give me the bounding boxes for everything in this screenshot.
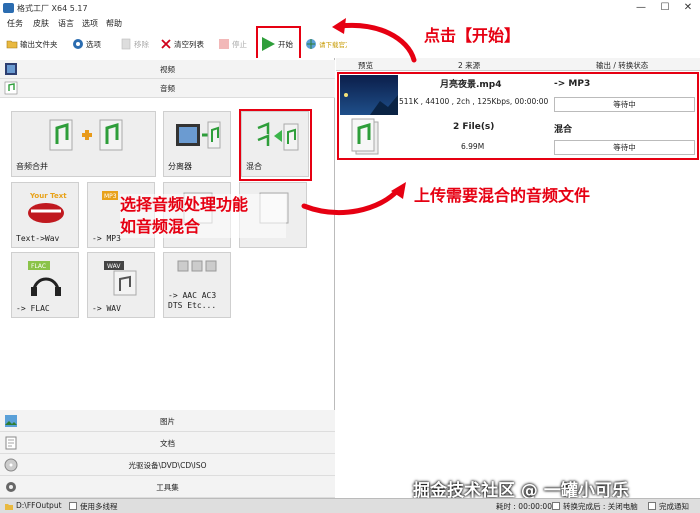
category-picture-label: 图片 <box>160 417 175 426</box>
arrow-to-list-icon <box>301 182 406 215</box>
category-tools-label: 工具集 <box>156 483 179 492</box>
clear-list-button[interactable]: 清空列表 <box>160 35 204 53</box>
remove-label: 移除 <box>134 39 149 49</box>
multithread-label: 使用多线程 <box>80 502 118 511</box>
clear-list-icon <box>161 39 171 49</box>
options-button[interactable]: 选项 <box>72 35 101 53</box>
folder-icon <box>5 504 13 510</box>
category-document[interactable]: 文档 <box>0 432 335 454</box>
menu-options[interactable]: 选项 <box>82 18 98 29</box>
globe-icon <box>306 39 316 49</box>
tile-flac[interactable]: FLAC -> FLAC <box>11 252 79 318</box>
task-row[interactable]: 月亮夜景.mp4 511K , 44100 , 2ch , 125Kbps, 0… <box>340 75 697 115</box>
options-icon <box>73 39 83 49</box>
category-audio-label: 音频 <box>160 84 175 93</box>
audio-file-icon <box>351 118 379 155</box>
notify-label: 完成通知 <box>659 502 689 511</box>
output-target: -> MP3 <box>554 79 591 89</box>
notify-checkbox[interactable] <box>648 502 656 510</box>
wav-icon: WAV <box>104 261 137 296</box>
elapsed-time: 耗时 : 00:00:00 <box>496 502 552 511</box>
category-disc-label: 光驱设备\DVD\CD\ISO <box>128 461 207 470</box>
close-button[interactable]: ✕ <box>676 0 700 17</box>
title-bar: 格式工厂 X64 5.17 — ☐ ✕ <box>0 0 700 17</box>
mix-highlight-box <box>239 109 312 181</box>
category-tools[interactable]: 工具集 <box>0 476 335 498</box>
tile-splitter-label: 分离器 <box>168 162 192 171</box>
after-convert-label: 转换完成后 : 关闭电脑 <box>563 502 638 511</box>
output-folder-label: 输出文件夹 <box>20 39 58 49</box>
remove-button[interactable]: 移除 <box>120 35 149 53</box>
source-info: 6.99M <box>461 142 485 151</box>
status-box: 等待中 <box>554 140 695 155</box>
tile-other-formats[interactable]: -> AAC AC3 DTS Etc... <box>163 252 231 318</box>
video-thumbnail <box>340 75 398 115</box>
app-logo-icon <box>3 3 14 13</box>
source-name: 月亮夜景.mp4 <box>440 80 502 90</box>
menu-skin[interactable]: 皮肤 <box>33 18 49 29</box>
other-formats-icon <box>177 260 217 272</box>
options-label: 选项 <box>86 39 101 49</box>
tile-audio-join[interactable]: 音频合并 <box>11 111 156 177</box>
annotation-click-start: 点击【开始】 <box>424 26 521 45</box>
annotation-choose-mix: 选择音频处理功能 如音频混合 <box>120 194 286 238</box>
source-info: 511K , 44100 , 2ch , 125Kbps, 00:00:00 <box>399 97 549 106</box>
tile-splitter[interactable]: 分离器 <box>163 111 231 177</box>
svg-text:FLAC: FLAC <box>31 263 46 270</box>
category-video-label: 视频 <box>160 65 175 74</box>
source-name: 2 File(s) <box>453 122 495 132</box>
flac-icon: FLAC <box>28 261 61 296</box>
maximize-button[interactable]: ☐ <box>653 0 677 17</box>
output-folder-button[interactable]: 输出文件夹 <box>6 35 58 53</box>
splitter-icon <box>176 121 221 149</box>
status-bar: D:\FFOutput 使用多线程 耗时 : 00:00:00 转换完成后 : … <box>0 498 700 513</box>
after-convert-checkbox[interactable] <box>552 502 560 510</box>
folder-icon <box>6 40 18 49</box>
stop-icon <box>219 39 229 49</box>
tile-wav-label: -> WAV <box>92 304 121 313</box>
tile-flac-label: -> FLAC <box>16 304 50 313</box>
menu-language[interactable]: 语言 <box>58 18 74 29</box>
stop-label: 停止 <box>232 39 247 49</box>
output-path[interactable]: D:\FFOutput <box>16 501 62 510</box>
multithread-checkbox[interactable] <box>69 502 77 510</box>
category-audio[interactable]: 音频 <box>0 79 335 98</box>
output-target: 混合 <box>554 125 573 135</box>
annotation-upload-files: 上传需要混合的音频文件 <box>414 186 591 205</box>
category-video[interactable]: 视频 <box>0 60 335 79</box>
tile-text-to-wav-label: Text->Wav <box>16 234 60 243</box>
svg-text:WAV: WAV <box>107 263 121 270</box>
task-row[interactable]: 2 File(s) 6.99M 混合 等待中 <box>340 116 697 158</box>
tile-wav[interactable]: WAV -> WAV <box>87 252 155 318</box>
tile-audio-join-label: 音频合并 <box>16 162 48 171</box>
remove-icon <box>121 38 131 50</box>
minimize-button[interactable]: — <box>629 0 653 17</box>
arrow-to-start-icon <box>332 18 417 63</box>
status-box: 等待中 <box>554 97 695 112</box>
category-picture[interactable]: 图片 <box>0 410 335 432</box>
svg-text:Your Text: Your Text <box>29 192 67 200</box>
tile-other-formats-label: -> AAC AC3 DTS Etc... <box>168 291 217 310</box>
menu-task[interactable]: 任务 <box>7 18 23 29</box>
window-title: 格式工厂 X64 5.17 <box>17 4 88 13</box>
stop-button[interactable]: 停止 <box>218 35 247 53</box>
audio-join-icon <box>49 119 123 151</box>
category-disc[interactable]: 光驱设备\DVD\CD\ISO <box>0 454 335 476</box>
menu-help[interactable]: 帮助 <box>106 18 122 29</box>
svg-text:MP3: MP3 <box>104 193 117 200</box>
category-document-label: 文档 <box>160 439 175 448</box>
tile-mp3-label: -> MP3 <box>92 234 121 243</box>
your-text-icon: Your Text <box>28 192 67 223</box>
header-source[interactable]: 2 来源 <box>458 60 480 71</box>
header-output[interactable]: 输出 / 转换状态 <box>596 60 648 71</box>
tile-text-to-wav[interactable]: Your Text Text->Wav <box>11 182 79 248</box>
clear-list-label: 清空列表 <box>174 39 204 49</box>
